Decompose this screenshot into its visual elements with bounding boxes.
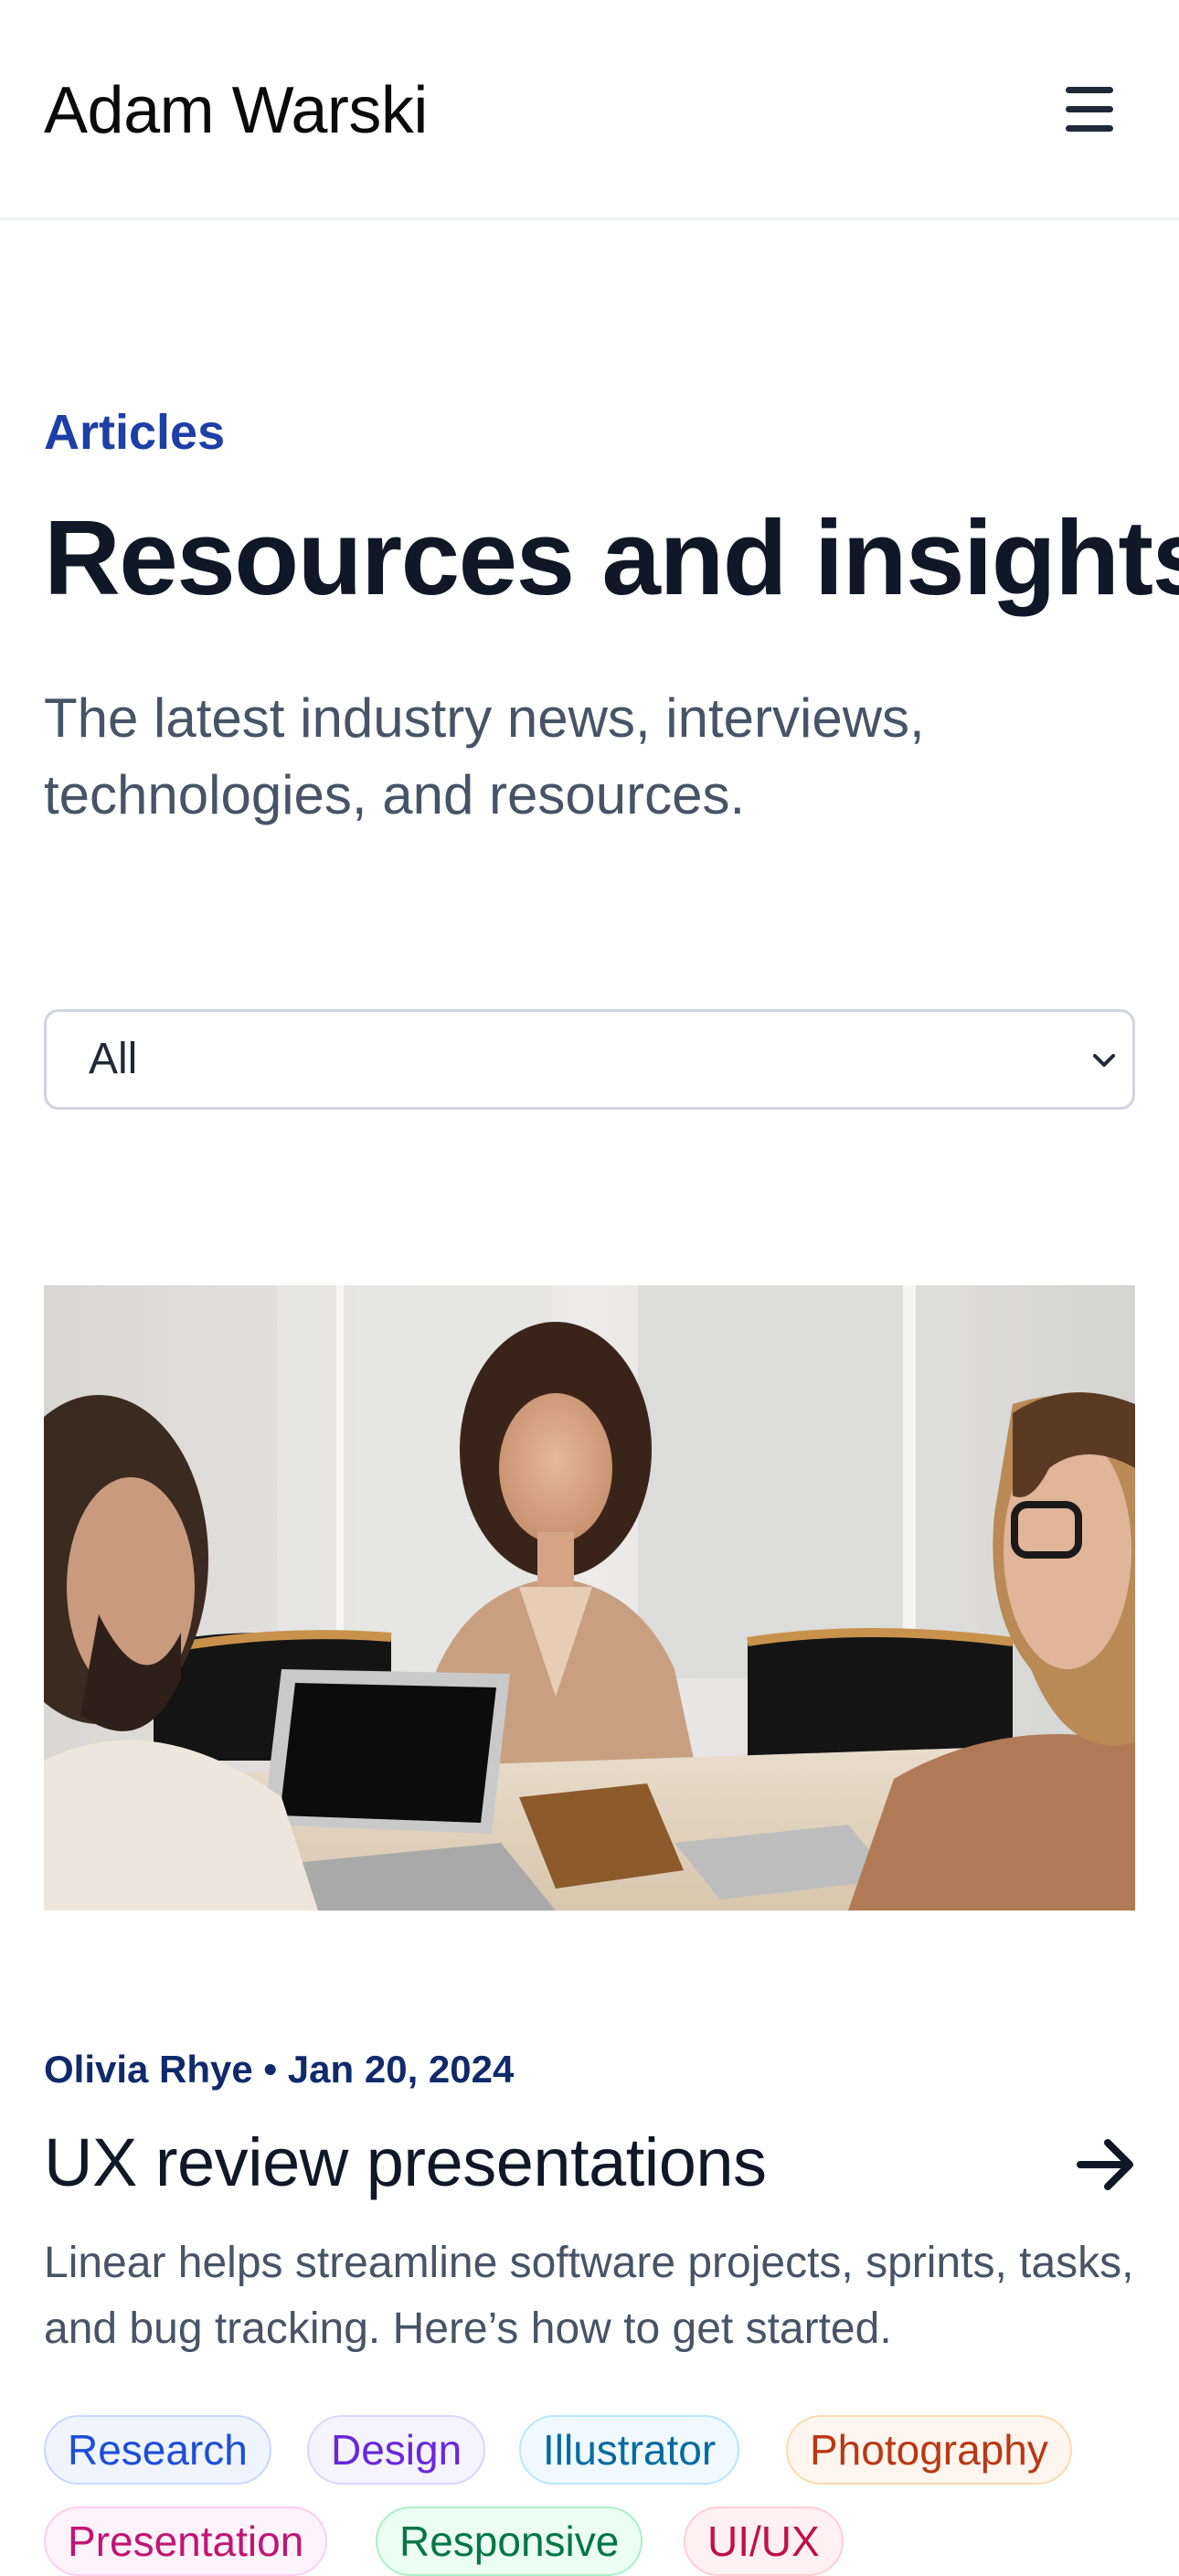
article-cover-image[interactable] — [44, 1285, 1135, 1911]
menu-line — [1066, 87, 1113, 93]
tag-responsive[interactable]: Responsive — [376, 2507, 643, 2576]
chevron-down-icon — [1093, 1054, 1115, 1067]
post-title[interactable]: UX review presentations — [44, 2119, 767, 2207]
page-title: Resources and insights — [44, 498, 1179, 617]
menu-line — [1066, 106, 1113, 112]
post-meta: Olivia Rhye • Jan 20, 2024 — [44, 2048, 515, 2091]
tag-ui-ux[interactable]: UI/UX — [684, 2507, 844, 2576]
hamburger-menu-icon[interactable] — [1062, 82, 1121, 135]
post-excerpt: Linear helps streamline software project… — [44, 2239, 1134, 2353]
site-brand[interactable]: Adam Warski — [44, 69, 428, 152]
partition-frame — [903, 1285, 916, 1678]
tag-illustrator[interactable]: Illustrator — [519, 2415, 740, 2485]
tag-design[interactable]: Design — [307, 2415, 486, 2485]
menu-line — [1066, 125, 1113, 132]
woman-face — [499, 1393, 612, 1543]
tag-research[interactable]: Research — [44, 2415, 271, 2485]
section-eyebrow: Articles — [44, 405, 226, 460]
tag-photography[interactable]: Photography — [786, 2415, 1072, 2485]
chair-right — [748, 1633, 1013, 1761]
woman-neck — [537, 1532, 574, 1587]
filter-selected-value: All — [89, 1035, 138, 1083]
page-subtitle: The latest industry news, interviews, te… — [44, 687, 925, 825]
top-navigation-bar: Adam Warski — [0, 0, 1179, 220]
arrow-right-icon[interactable] — [1075, 2135, 1139, 2194]
category-filter-select[interactable]: All — [44, 1009, 1135, 1110]
laptop-screen — [280, 1683, 496, 1823]
tag-presentation[interactable]: Presentation — [44, 2507, 328, 2576]
